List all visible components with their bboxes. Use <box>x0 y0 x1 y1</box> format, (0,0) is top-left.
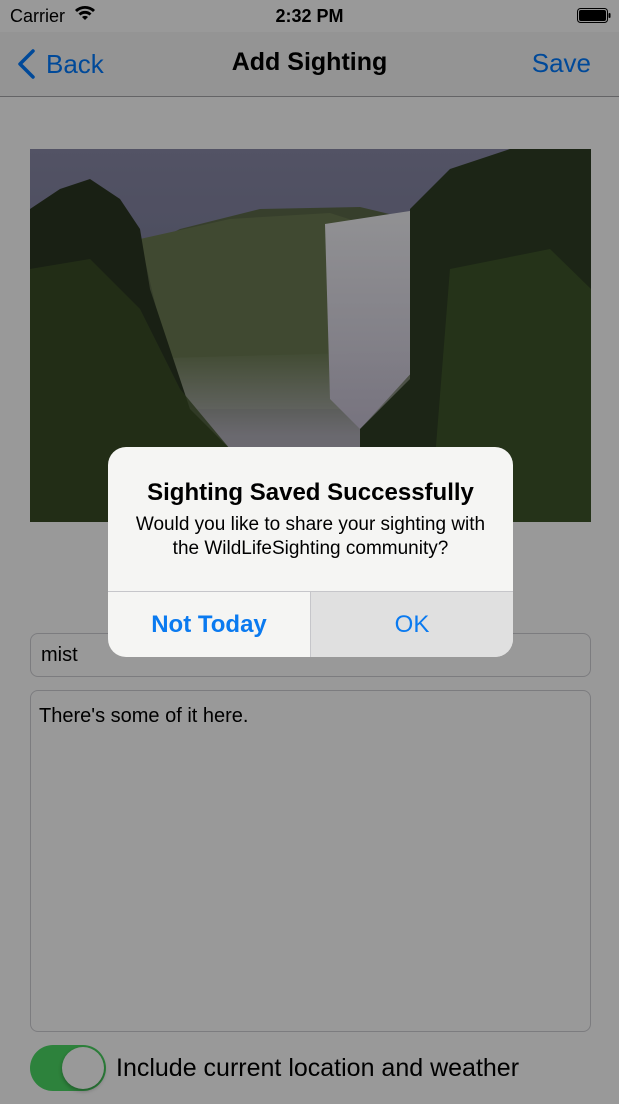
not-today-button[interactable]: Not Today <box>108 592 310 657</box>
alert-message: Would you like to share your sighting wi… <box>135 514 486 559</box>
share-alert-dialog: Sighting Saved Successfully Would you li… <box>108 447 513 657</box>
ok-button[interactable]: OK <box>311 592 513 657</box>
alert-title: Sighting Saved Successfully <box>147 479 474 506</box>
